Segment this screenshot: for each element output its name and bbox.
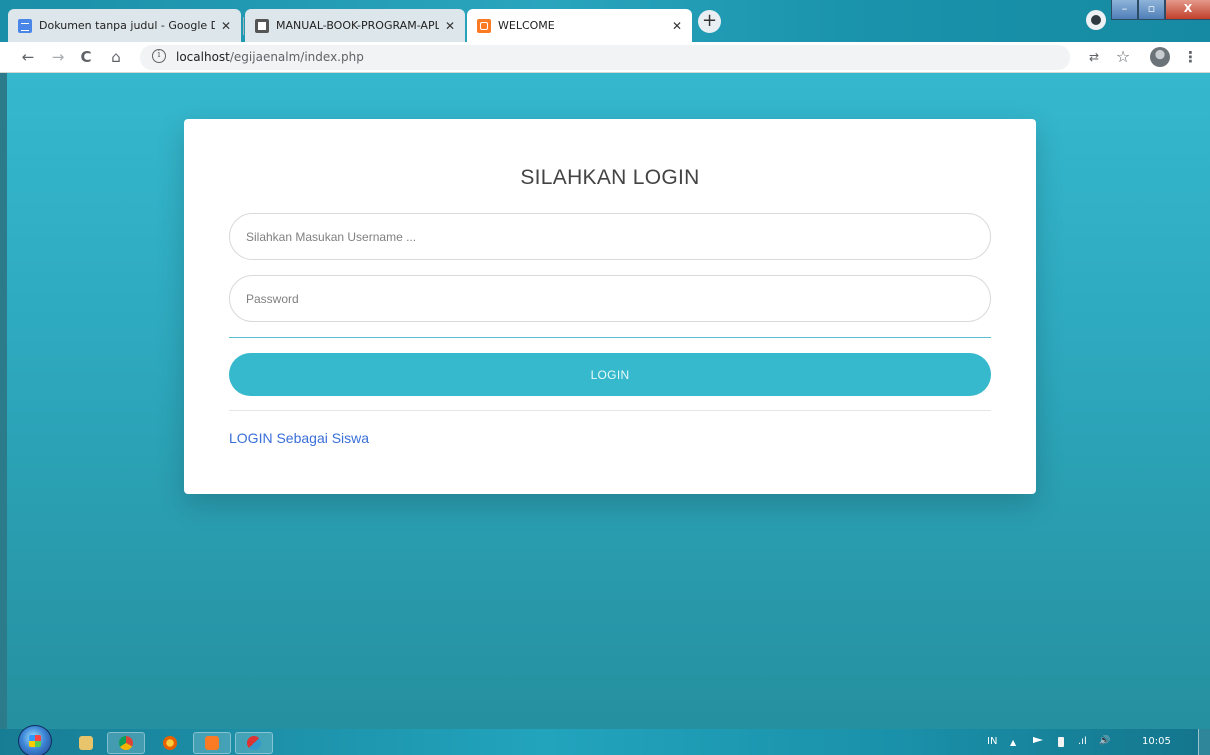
- bookmark-star-icon[interactable]: ☆: [1114, 47, 1132, 67]
- action-center-flag-icon[interactable]: [1033, 737, 1043, 743]
- google-docs-icon: [18, 18, 32, 33]
- minimize-button[interactable]: –: [1111, 0, 1138, 20]
- xampp-taskbar-icon[interactable]: [193, 732, 231, 754]
- url-path: /egijaenalm/index.php: [229, 50, 364, 64]
- tab-welcome[interactable]: WELCOME ✕: [467, 9, 692, 42]
- globe-icon: [255, 18, 269, 33]
- menu-kebab-icon[interactable]: ⋮: [1183, 47, 1198, 67]
- site-info-icon[interactable]: i: [152, 49, 166, 63]
- tab-close-icon[interactable]: ✕: [672, 19, 682, 33]
- reload-icon[interactable]: C: [76, 47, 96, 67]
- profile-avatar-icon[interactable]: [1150, 47, 1170, 67]
- tab-close-icon[interactable]: ✕: [445, 19, 455, 33]
- home-icon[interactable]: ⌂: [106, 47, 126, 67]
- language-indicator[interactable]: IN: [987, 736, 997, 747]
- tab-title: MANUAL-BOOK-PROGRAM-APL: [276, 19, 439, 32]
- tab-title: WELCOME: [498, 19, 555, 32]
- username-input[interactable]: [229, 213, 991, 260]
- maximize-button[interactable]: ▫: [1138, 0, 1165, 20]
- app-taskbar-icon[interactable]: [235, 732, 273, 754]
- window-controls: – ▫ X: [1111, 0, 1210, 20]
- translate-icon[interactable]: ⇄: [1085, 47, 1103, 67]
- forward-arrow-icon[interactable]: →: [48, 47, 68, 67]
- start-button[interactable]: [18, 725, 52, 755]
- login-title: SILAHKAN LOGIN: [520, 166, 700, 189]
- back-arrow-icon[interactable]: ←: [18, 47, 38, 67]
- tray-expand-icon[interactable]: ▲: [1010, 738, 1016, 747]
- tab-separator: [243, 17, 244, 35]
- close-window-button[interactable]: X: [1165, 0, 1210, 20]
- url-host: localhost: [176, 50, 230, 64]
- page-background: SILAHKAN LOGIN LOGIN LOGIN Sebagai Siswa: [7, 73, 1210, 729]
- battery-icon[interactable]: [1058, 737, 1064, 747]
- login-card: SILAHKAN LOGIN LOGIN LOGIN Sebagai Siswa: [184, 119, 1036, 494]
- tab-search-icon[interactable]: [1086, 10, 1106, 30]
- show-desktop-button[interactable]: [1198, 729, 1210, 755]
- url-text: localhost/egijaenalm/index.php: [176, 50, 364, 64]
- tab-title: Dokumen tanpa judul - Google D: [39, 19, 215, 32]
- chrome-taskbar-icon[interactable]: [107, 732, 145, 754]
- tab-google-docs[interactable]: Dokumen tanpa judul - Google D ✕: [8, 9, 241, 42]
- network-signal-icon[interactable]: .ıl: [1078, 736, 1087, 747]
- new-tab-button[interactable]: +: [698, 10, 721, 33]
- password-input[interactable]: [229, 275, 991, 322]
- address-bar[interactable]: i localhost/egijaenalm/index.php: [140, 45, 1070, 70]
- login-button[interactable]: LOGIN: [229, 353, 991, 396]
- divider: [229, 410, 991, 411]
- browser-toolbar: ← → C ⌂ i localhost/egijaenalm/index.php…: [0, 42, 1210, 73]
- volume-icon[interactable]: 🔊: [1099, 736, 1110, 746]
- windows-taskbar: IN ▲ .ıl 🔊 10:05: [0, 725, 1210, 755]
- browser-tabstrip: Dokumen tanpa judul - Google D ✕ MANUAL-…: [0, 0, 1210, 42]
- xampp-icon: [477, 18, 491, 33]
- explorer-taskbar-icon[interactable]: [67, 732, 105, 754]
- divider: [229, 337, 991, 338]
- system-clock[interactable]: 10:05: [1142, 736, 1171, 747]
- login-siswa-link[interactable]: LOGIN Sebagai Siswa: [229, 430, 369, 446]
- tab-manual-book[interactable]: MANUAL-BOOK-PROGRAM-APL ✕: [245, 9, 465, 42]
- firefox-taskbar-icon[interactable]: [151, 732, 189, 754]
- tab-close-icon[interactable]: ✕: [221, 19, 231, 33]
